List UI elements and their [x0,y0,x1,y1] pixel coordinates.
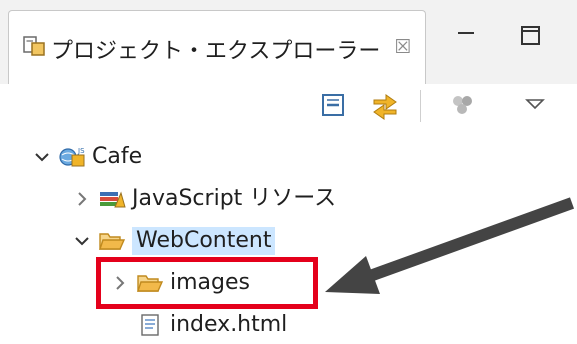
annotation-arrow [325,197,575,294]
